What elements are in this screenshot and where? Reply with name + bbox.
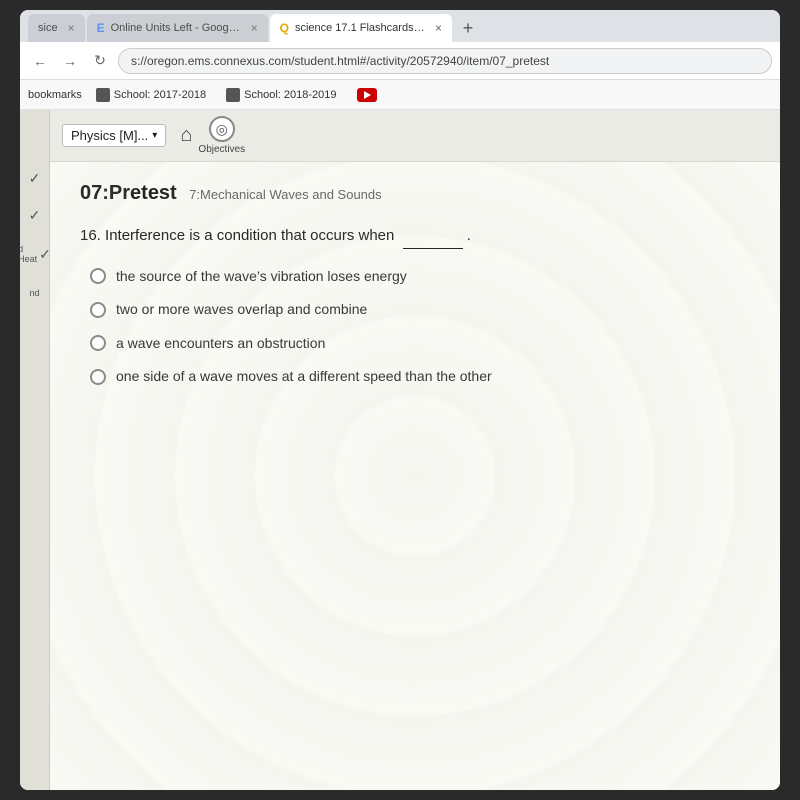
- main-content: 07:Pretest 7:Mechanical Waves and Sounds…: [50, 162, 780, 790]
- tab-bar: sice × E Online Units Left - Google Doc …: [20, 10, 780, 42]
- tab-sice[interactable]: sice ×: [28, 14, 85, 42]
- tab-quizlet[interactable]: Q science 17.1 Flashcards | Quizle ×: [270, 14, 452, 42]
- tab-sice-label: sice: [38, 22, 58, 34]
- forward-button[interactable]: →: [58, 49, 82, 73]
- address-url-text: s://oregon.ems.connexus.com/student.html…: [131, 54, 549, 68]
- left-sidebar-edge: ✓ ✓ d Heat ✓ nd: [20, 110, 50, 790]
- content-wrapper: Physics [M]... ▾ ⌂ ◎ Objectives: [50, 110, 780, 790]
- radio-d[interactable]: [90, 369, 106, 385]
- youtube-icon: [357, 88, 377, 102]
- objectives-button[interactable]: ◎ Objectives: [198, 116, 245, 155]
- answer-option-c[interactable]: a wave encounters an obstruction: [90, 334, 750, 354]
- physics-label: Physics [M]...: [71, 128, 148, 143]
- sidebar-check-2: ✓: [29, 207, 41, 224]
- bookmark-school-2018[interactable]: School: 2018-2019: [220, 86, 342, 104]
- objectives-label: Objectives: [198, 144, 245, 155]
- bookmarks-bar: bookmarks School: 2017-2018 School: 2018…: [20, 80, 780, 110]
- sidebar-heat-label: d Heat: [20, 244, 37, 264]
- question-blank: [403, 225, 463, 249]
- address-input[interactable]: s://oregon.ems.connexus.com/student.html…: [118, 48, 772, 74]
- pretest-title: 07:Pretest: [80, 182, 177, 204]
- physics-dropdown[interactable]: Physics [M]... ▾: [62, 124, 166, 147]
- radio-b[interactable]: [90, 302, 106, 318]
- yt-play-triangle: [364, 91, 371, 99]
- pretest-subtitle: 7:Mechanical Waves and Sounds: [189, 187, 381, 202]
- question-period: .: [467, 227, 471, 244]
- question-body: Interference is a condition that occurs …: [105, 227, 399, 244]
- bookmarks-label: bookmarks: [28, 89, 82, 101]
- answer-text-d: one side of a wave moves at a different …: [116, 367, 492, 387]
- bookmark-youtube[interactable]: [351, 86, 383, 104]
- home-button[interactable]: ⌂: [180, 124, 192, 147]
- tab-quizlet-close[interactable]: ×: [435, 21, 442, 35]
- dropdown-chevron: ▾: [152, 130, 157, 141]
- objectives-circle-icon: ◎: [209, 116, 235, 142]
- page-content: ✓ ✓ d Heat ✓ nd Physics [M]... ▾ ⌂: [20, 110, 780, 790]
- answer-text-a: the source of the wave’s vibration loses…: [116, 267, 407, 287]
- answer-text-c: a wave encounters an obstruction: [116, 334, 325, 354]
- bookmark-school-2017[interactable]: School: 2017-2018: [90, 86, 212, 104]
- tab-sice-close[interactable]: ×: [68, 21, 75, 35]
- nav-icons: ⌂ ◎ Objectives: [180, 116, 245, 155]
- bookmark-school-2018-label: School: 2018-2019: [244, 89, 336, 101]
- answer-options: the source of the wave’s vibration loses…: [80, 267, 750, 387]
- back-button[interactable]: ←: [28, 49, 52, 73]
- sidebar-nd-label: nd: [29, 288, 39, 298]
- answer-option-b[interactable]: two or more waves overlap and combine: [90, 300, 750, 320]
- new-tab-button[interactable]: +: [454, 14, 482, 42]
- objectives-target-icon: ◎: [216, 121, 228, 138]
- bookmark-folder-icon-2: [226, 88, 240, 102]
- question-number: 16.: [80, 227, 101, 244]
- reload-button[interactable]: ↻: [88, 49, 112, 73]
- answer-option-d[interactable]: one side of a wave moves at a different …: [90, 367, 750, 387]
- tab-quizlet-label: science 17.1 Flashcards | Quizle: [295, 22, 425, 34]
- tab-google-doc-label: Online Units Left - Google Doc: [111, 22, 241, 34]
- sidebar-check-1: ✓: [29, 170, 41, 187]
- address-bar-row: ← → ↻ s://oregon.ems.connexus.com/studen…: [20, 42, 780, 80]
- radio-a[interactable]: [90, 268, 106, 284]
- answer-option-a[interactable]: the source of the wave’s vibration loses…: [90, 267, 750, 287]
- app-toolbar: Physics [M]... ▾ ⌂ ◎ Objectives: [50, 110, 780, 162]
- radio-c[interactable]: [90, 335, 106, 351]
- bookmark-school-2017-label: School: 2017-2018: [114, 89, 206, 101]
- page-title-row: 07:Pretest 7:Mechanical Waves and Sounds: [80, 182, 750, 205]
- question-text: 16. Interference is a condition that occ…: [80, 225, 750, 249]
- question-block: 16. Interference is a condition that occ…: [80, 225, 750, 387]
- bookmark-folder-icon-1: [96, 88, 110, 102]
- tab-google-doc-close[interactable]: ×: [251, 21, 258, 35]
- google-favicon: E: [97, 21, 105, 35]
- tab-google-doc[interactable]: E Online Units Left - Google Doc ×: [87, 14, 268, 42]
- quizlet-favicon: Q: [280, 21, 289, 35]
- answer-text-b: two or more waves overlap and combine: [116, 300, 367, 320]
- sidebar-heat-item: d Heat ✓: [20, 244, 51, 264]
